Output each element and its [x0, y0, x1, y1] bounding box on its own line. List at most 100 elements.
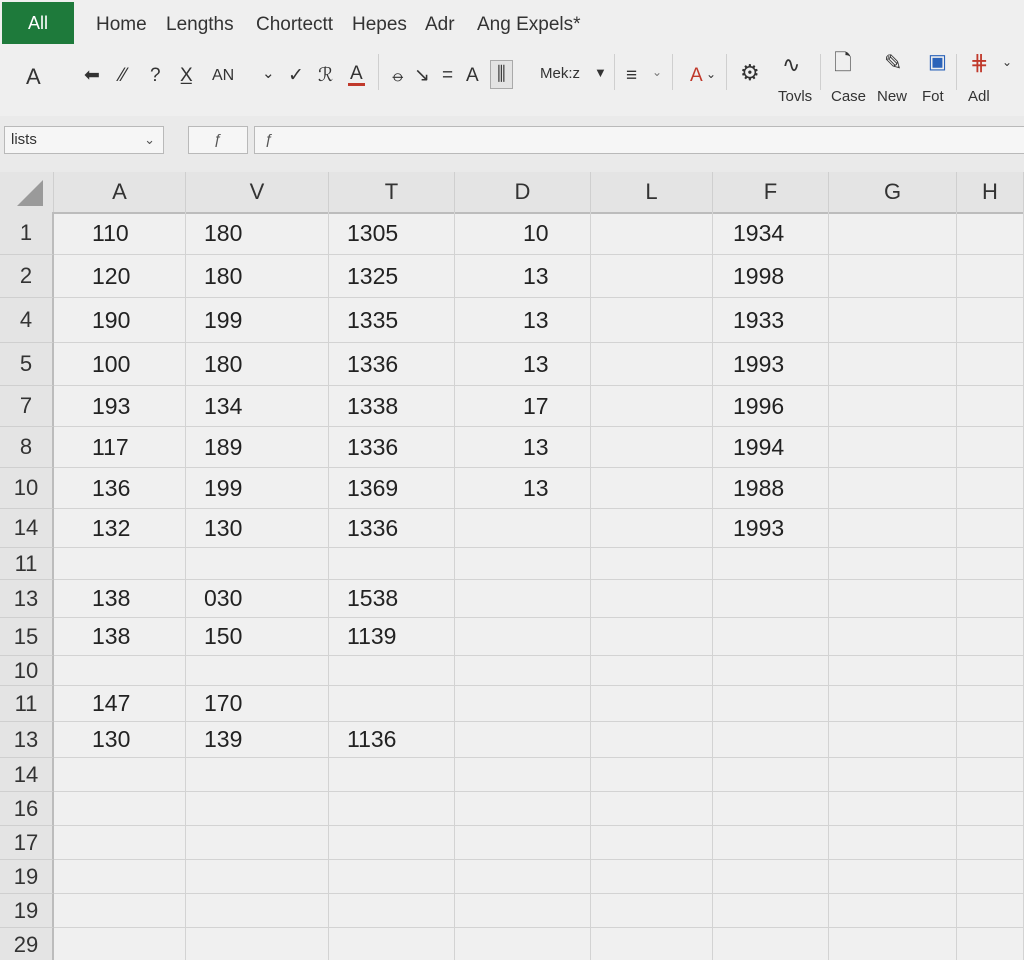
cell-h[interactable] — [957, 722, 1024, 757]
font-color-button[interactable]: A — [690, 66, 703, 85]
cell-h[interactable] — [957, 386, 1024, 426]
font-a-button[interactable]: A — [26, 66, 41, 88]
cell-d[interactable]: 13 — [455, 468, 591, 508]
style-dropdown-caret-icon[interactable]: ▼ — [594, 66, 607, 79]
cell-h[interactable] — [957, 618, 1024, 655]
pen-icon[interactable]: ℛ — [318, 66, 333, 85]
cell-a[interactable] — [54, 894, 186, 927]
cell-l[interactable] — [591, 427, 713, 467]
cell-f[interactable] — [713, 758, 829, 791]
cell-g[interactable] — [829, 686, 957, 721]
cell-h[interactable] — [957, 928, 1024, 960]
cell-t[interactable] — [329, 686, 455, 721]
cell-f[interactable] — [713, 656, 829, 685]
cell-v[interactable]: 170 — [186, 686, 329, 721]
row-header[interactable]: 17 — [0, 826, 54, 860]
cell-d[interactable] — [455, 792, 591, 825]
name-box-chevron-icon[interactable]: ⌄ — [144, 132, 155, 148]
font-color-caret-icon[interactable]: ⌄ — [706, 68, 716, 80]
row-header[interactable]: 5 — [0, 343, 54, 386]
underline-a-button[interactable]: A — [348, 64, 365, 86]
cell-f[interactable] — [713, 860, 829, 893]
cell-v[interactable]: 030 — [186, 580, 329, 617]
cell-t[interactable] — [329, 792, 455, 825]
cell-t[interactable]: 1136 — [329, 722, 455, 757]
cell-a[interactable]: 190 — [54, 298, 186, 342]
cell-a[interactable] — [54, 826, 186, 859]
row-header[interactable]: 8 — [0, 427, 54, 468]
column-header-l[interactable]: L — [591, 172, 713, 212]
tab-file[interactable]: All — [2, 2, 74, 44]
row-header[interactable]: 1 — [0, 212, 54, 255]
column-header-h[interactable]: H — [957, 172, 1024, 212]
cell-f[interactable] — [713, 894, 829, 927]
help-icon[interactable]: ? — [150, 66, 161, 85]
row-header[interactable]: 15 — [0, 618, 54, 656]
cell-g[interactable] — [829, 468, 957, 508]
cell-f[interactable]: 1933 — [713, 298, 829, 342]
cell-v[interactable]: 180 — [186, 212, 329, 254]
cell-f[interactable]: 1934 — [713, 212, 829, 254]
cell-t[interactable] — [329, 860, 455, 893]
cell-v[interactable]: 189 — [186, 427, 329, 467]
align-caret-icon[interactable]: ⌄ — [652, 66, 662, 78]
cell-t[interactable] — [329, 894, 455, 927]
cell-a[interactable]: 130 — [54, 722, 186, 757]
column-header-g[interactable]: G — [829, 172, 957, 212]
tab-home[interactable]: Home — [96, 14, 147, 36]
cell-l[interactable] — [591, 792, 713, 825]
cell-t[interactable] — [329, 656, 455, 685]
cell-a[interactable]: 136 — [54, 468, 186, 508]
cell-f[interactable]: 1994 — [713, 427, 829, 467]
cell-v[interactable]: 199 — [186, 468, 329, 508]
cell-h[interactable] — [957, 826, 1024, 859]
cell-a[interactable] — [54, 928, 186, 960]
cell-v[interactable] — [186, 548, 329, 579]
cell-v[interactable] — [186, 894, 329, 927]
cell-v[interactable]: 139 — [186, 722, 329, 757]
cell-f[interactable]: 1993 — [713, 343, 829, 385]
cell-g[interactable] — [829, 758, 957, 791]
cell-a[interactable] — [54, 656, 186, 685]
cell-t[interactable]: 1305 — [329, 212, 455, 254]
cell-f[interactable] — [713, 826, 829, 859]
row-header[interactable]: 7 — [0, 386, 54, 427]
cell-d[interactable] — [455, 758, 591, 791]
cell-h[interactable] — [957, 894, 1024, 927]
cell-g[interactable] — [829, 255, 957, 297]
cell-d[interactable]: 17 — [455, 386, 591, 426]
cell-f[interactable] — [713, 928, 829, 960]
cell-a[interactable]: 117 — [54, 427, 186, 467]
cell-g[interactable] — [829, 894, 957, 927]
text-a-button[interactable]: A — [466, 66, 479, 85]
row-header[interactable]: 11 — [0, 686, 54, 722]
cell-v[interactable]: 180 — [186, 343, 329, 385]
cell-l[interactable] — [591, 386, 713, 426]
cell-t[interactable]: 1139 — [329, 618, 455, 655]
cell-d[interactable] — [455, 826, 591, 859]
an-button[interactable]: AN — [212, 68, 234, 84]
cell-g[interactable] — [829, 509, 957, 547]
row-header[interactable]: 19 — [0, 860, 54, 894]
cell-v[interactable]: 130 — [186, 509, 329, 547]
cell-a[interactable]: 147 — [54, 686, 186, 721]
settings-gear-icon[interactable]: ⚙ — [740, 62, 760, 84]
cell-d[interactable]: 13 — [455, 427, 591, 467]
arrow-down-right-icon[interactable]: ↘ — [414, 66, 430, 85]
cell-f[interactable]: 1988 — [713, 468, 829, 508]
column-header-d[interactable]: D — [455, 172, 591, 212]
cell-g[interactable] — [829, 860, 957, 893]
cell-h[interactable] — [957, 548, 1024, 579]
cell-d[interactable]: 13 — [455, 343, 591, 385]
column-header-a[interactable]: A — [54, 172, 186, 212]
row-header[interactable]: 2 — [0, 255, 54, 298]
cell-h[interactable] — [957, 686, 1024, 721]
cell-h[interactable] — [957, 298, 1024, 342]
tab-chortectt[interactable]: Chortectt — [256, 14, 333, 36]
align-button[interactable]: ≡ — [626, 66, 637, 85]
cell-h[interactable] — [957, 212, 1024, 254]
cell-v[interactable] — [186, 860, 329, 893]
cell-f[interactable] — [713, 686, 829, 721]
cell-h[interactable] — [957, 860, 1024, 893]
cell-f[interactable]: 1996 — [713, 386, 829, 426]
